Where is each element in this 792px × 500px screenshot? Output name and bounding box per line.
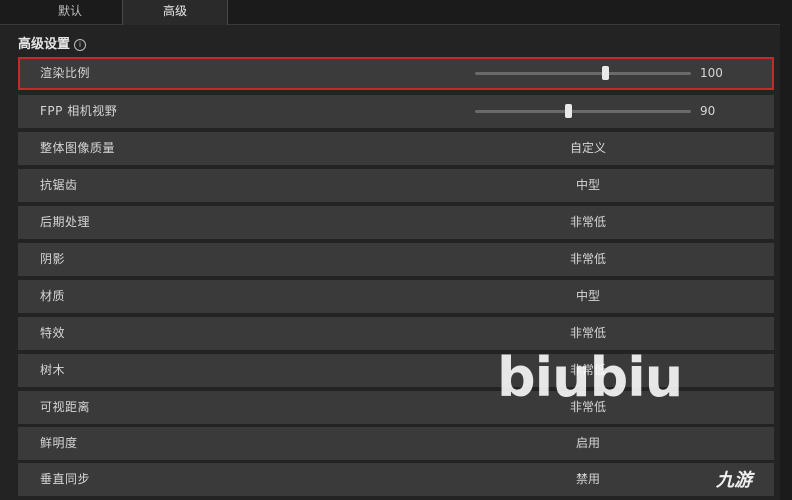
setting-row-textures[interactable]: 材质 中型 [18,280,774,313]
setting-label: 树木 [40,363,66,377]
tab-advanced[interactable]: 高级 [122,0,228,25]
setting-row-post-processing[interactable]: 后期处理 非常低 [18,206,774,239]
setting-row-sharpen[interactable]: 鲜明度 启用 [18,427,774,460]
setting-value-select[interactable]: 非常低 [518,243,658,276]
setting-value-select[interactable]: 自定义 [518,132,658,165]
slider-value: 90 [700,104,716,118]
watermark-text: biubiu [497,346,683,409]
setting-label: 垂直同步 [40,472,91,486]
setting-label: 整体图像质量 [40,141,116,155]
tab-bar: 默认 高级 [0,0,792,25]
tab-default[interactable]: 默认 [18,0,122,24]
setting-label: 可视距离 [40,400,91,414]
setting-label: 鲜明度 [40,436,78,450]
section-header: 高级设置 i [18,36,87,54]
setting-value-select[interactable]: 中型 [518,169,658,202]
scroll-track[interactable] [780,24,792,500]
setting-label: 特效 [40,326,66,340]
render-scale-slider[interactable] [475,66,691,80]
setting-value-select[interactable]: 非常低 [518,206,658,239]
setting-label: 后期处理 [40,215,91,229]
setting-row-fpp-fov[interactable]: FPP 相机视野 90 [18,95,774,128]
setting-value-select[interactable]: 中型 [518,280,658,313]
info-icon[interactable]: i [74,39,87,51]
setting-value-select[interactable]: 禁用 [518,463,658,496]
setting-label: 材质 [40,289,66,303]
slider-value: 100 [700,66,723,80]
setting-row-overall-quality[interactable]: 整体图像质量 自定义 [18,132,774,165]
setting-row-anti-aliasing[interactable]: 抗锯齿 中型 [18,169,774,202]
setting-row-shadows[interactable]: 阴影 非常低 [18,243,774,276]
slider-thumb[interactable] [601,66,609,80]
setting-label: 渲染比例 [40,66,91,80]
setting-value-select[interactable]: 启用 [518,427,658,460]
setting-label: FPP 相机视野 [40,104,118,118]
site-logo: 九游 [716,470,752,491]
setting-row-vsync[interactable]: 垂直同步 禁用 [18,463,774,496]
section-title: 高级设置 [18,37,71,52]
fpp-fov-slider[interactable] [475,104,691,118]
setting-label: 阴影 [40,252,66,266]
slider-thumb[interactable] [564,104,572,118]
setting-label: 抗锯齿 [40,178,78,192]
setting-row-render-scale[interactable]: 渲染比例 100 [18,57,774,90]
